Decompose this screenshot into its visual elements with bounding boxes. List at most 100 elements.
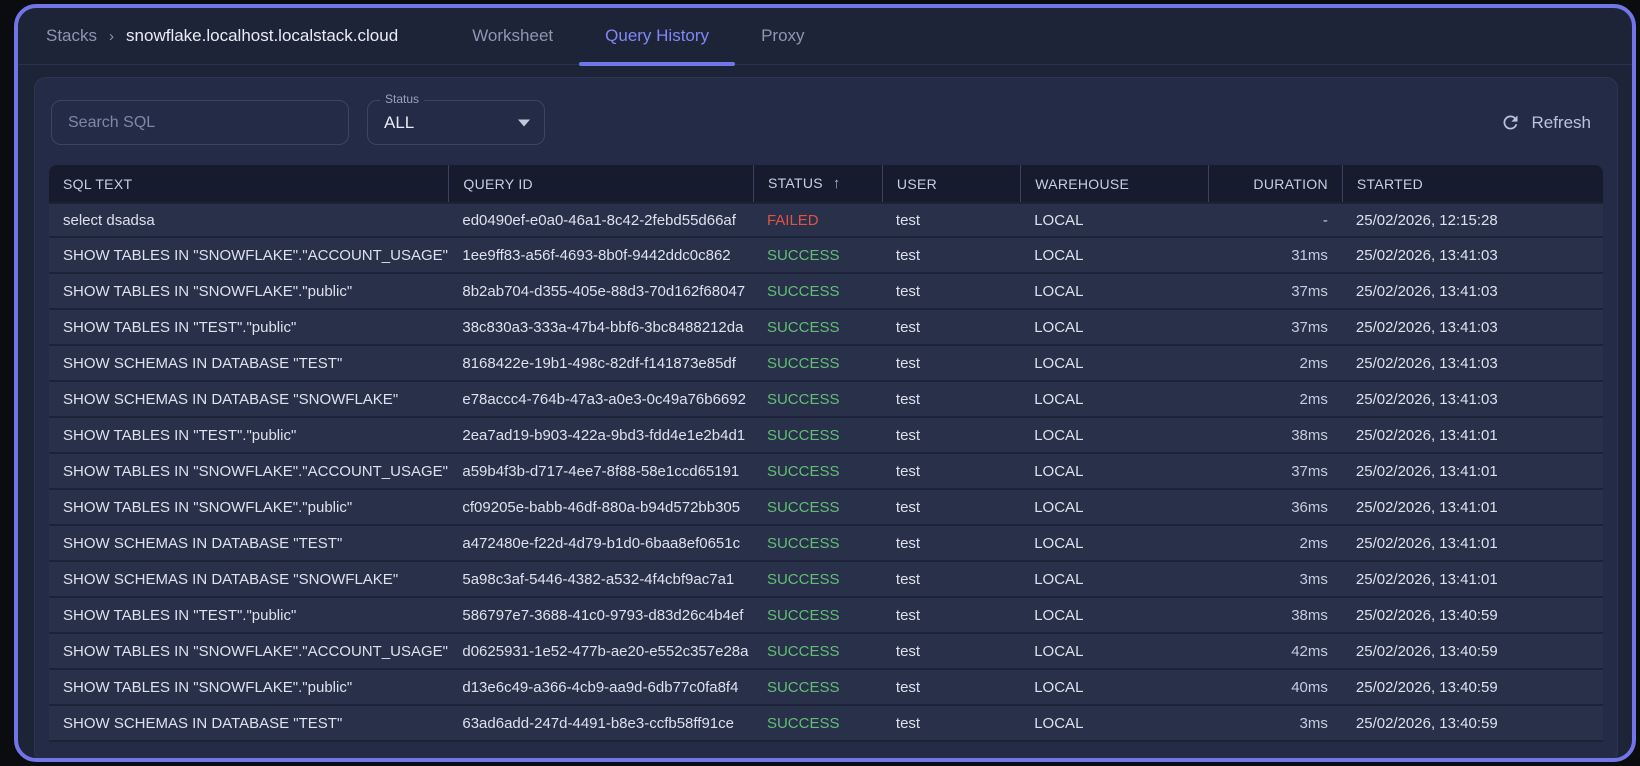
cell-warehouse: LOCAL [1020,382,1209,418]
table-row[interactable]: SHOW TABLES IN "SNOWFLAKE"."ACCOUNT_USAG… [49,238,1603,274]
cell-status: SUCCESS [752,382,882,418]
cell-warehouse: LOCAL [1020,202,1209,238]
cell-user: test [881,562,1021,598]
cell-sql: SHOW SCHEMAS IN DATABASE "TEST" [49,706,449,742]
column-header-duration[interactable]: DURATION [1208,165,1342,202]
cell-started: 25/02/2026, 13:41:01 [1341,490,1603,526]
table-row[interactable]: select dsadsa ed0490ef-e0a0-46a1-8c42-2fe… [49,202,1603,238]
cell-query_id: 5a98c3af-5446-4382-a532-4f4cbf9ac7a1 [448,562,753,598]
cell-user: test [881,310,1021,346]
cell-sql: SHOW TABLES IN "SNOWFLAKE"."ACCOUNT_USAG… [49,238,449,274]
toolbar: Status ALL Refresh [51,92,1601,145]
cell-sql: SHOW TABLES IN "SNOWFLAKE"."ACCOUNT_USAG… [49,454,449,490]
table-row[interactable]: SHOW SCHEMAS IN DATABASE "SNOWFLAKE" 5a98… [49,562,1603,598]
cell-sql: SHOW TABLES IN "SNOWFLAKE"."public" [49,670,449,706]
cell-started: 25/02/2026, 13:40:59 [1341,706,1603,742]
cell-warehouse: LOCAL [1020,670,1209,706]
cell-query_id: 63ad6add-247d-4491-b8e3-ccfb58ff91ce [448,706,753,742]
cell-sql: SHOW TABLES IN "TEST"."public" [49,418,449,454]
search-input[interactable] [51,100,349,145]
table-row[interactable]: SHOW TABLES IN "SNOWFLAKE"."public" cf092… [49,490,1603,526]
cell-status: SUCCESS [752,598,882,634]
cell-query_id: a59b4f3b-d717-4ee7-8f88-58e1ccd65191 [448,454,753,490]
cell-started: 25/02/2026, 13:41:01 [1341,454,1603,490]
cell-status: FAILED [752,202,882,238]
cell-warehouse: LOCAL [1020,598,1209,634]
cell-started: 25/02/2026, 13:41:03 [1341,238,1603,274]
cell-status: SUCCESS [752,238,882,274]
cell-query_id: 8b2ab704-d355-405e-88d3-70d162f68047 [448,274,753,310]
cell-sql: SHOW TABLES IN "TEST"."public" [49,310,449,346]
cell-sql: SHOW SCHEMAS IN DATABASE "TEST" [49,526,449,562]
cell-duration: 3ms [1208,562,1342,598]
cell-started: 25/02/2026, 13:40:59 [1341,598,1603,634]
column-header-warehouse[interactable]: WAREHOUSE [1020,165,1209,202]
cell-user: test [881,454,1021,490]
table-row[interactable]: SHOW SCHEMAS IN DATABASE "TEST" 63ad6add-… [49,706,1603,742]
cell-duration: - [1208,202,1342,238]
column-header-started[interactable]: STARTED [1341,165,1603,202]
tab-worksheet[interactable]: Worksheet [446,8,579,65]
cell-duration: 2ms [1208,382,1342,418]
cell-sql: select dsadsa [49,202,449,238]
app-window: Stacks › snowflake.localhost.localstack.… [14,4,1636,762]
query-history-table: SQL TEXT QUERY ID STATUS ↑ USER WAREHOUSE DURA… [49,165,1603,742]
cell-sql: SHOW TABLES IN "SNOWFLAKE"."public" [49,274,449,310]
column-header-query_id[interactable]: QUERY ID [448,165,753,202]
table-row[interactable]: SHOW TABLES IN "TEST"."public" 2ea7ad19-b… [49,418,1603,454]
cell-duration: 3ms [1208,706,1342,742]
refresh-button-label: Refresh [1531,112,1591,132]
table-row[interactable]: SHOW SCHEMAS IN DATABASE "TEST" 8168422e-… [49,346,1603,382]
column-header-status[interactable]: STATUS ↑ [752,165,882,202]
cell-warehouse: LOCAL [1020,526,1209,562]
cell-status: SUCCESS [752,526,882,562]
cell-user: test [881,706,1021,742]
cell-query_id: 586797e7-3688-41c0-9793-d83d26c4b4ef [448,598,753,634]
cell-status: SUCCESS [752,346,882,382]
column-header-user[interactable]: USER [881,165,1021,202]
table-row[interactable]: SHOW TABLES IN "TEST"."public" 586797e7-3… [49,598,1603,634]
cell-user: test [881,382,1021,418]
breadcrumb-stacks-link[interactable]: Stacks [46,26,97,46]
cell-status: SUCCESS [752,670,882,706]
cell-sql: SHOW TABLES IN "SNOWFLAKE"."ACCOUNT_USAG… [49,634,449,670]
cell-started: 25/02/2026, 13:41:03 [1341,310,1603,346]
table-row[interactable]: SHOW TABLES IN "SNOWFLAKE"."public" 8b2ab… [49,274,1603,310]
table-row[interactable]: SHOW TABLES IN "SNOWFLAKE"."ACCOUNT_USAG… [49,454,1603,490]
cell-sql: SHOW SCHEMAS IN DATABASE "SNOWFLAKE" [49,382,449,418]
cell-query_id: ed0490ef-e0a0-46a1-8c42-2febd55d66af [448,202,753,238]
cell-status: SUCCESS [752,490,882,526]
cell-sql: SHOW TABLES IN "SNOWFLAKE"."public" [49,490,449,526]
cell-started: 25/02/2026, 12:15:28 [1341,202,1603,238]
cell-warehouse: LOCAL [1020,454,1209,490]
tab-proxy[interactable]: Proxy [735,8,830,65]
sort-ascending-icon: ↑ [832,175,841,192]
breadcrumb-current-stack: snowflake.localhost.localstack.cloud [126,26,399,45]
table-row[interactable]: SHOW TABLES IN "TEST"."public" 38c830a3-3… [49,310,1603,346]
cell-user: test [881,670,1021,706]
cell-duration: 38ms [1208,418,1342,454]
cell-duration: 2ms [1208,346,1342,382]
cell-user: test [881,526,1021,562]
table-row[interactable]: SHOW SCHEMAS IN DATABASE "TEST" a472480e-… [49,526,1603,562]
cell-query_id: d13e6c49-a366-4cb9-aa9d-6db77c0fa8f4 [448,670,753,706]
table-row[interactable]: SHOW TABLES IN "SNOWFLAKE"."ACCOUNT_USAG… [49,634,1603,670]
refresh-button[interactable]: Refresh [1490,104,1601,141]
cell-query_id: cf09205e-babb-46df-880a-b94d572bb305 [448,490,753,526]
cell-warehouse: LOCAL [1020,418,1209,454]
cell-user: test [881,202,1021,238]
table-row[interactable]: SHOW TABLES IN "SNOWFLAKE"."public" d13e6… [49,670,1603,706]
cell-duration: 31ms [1208,238,1342,274]
tab-query-history[interactable]: Query History [579,8,735,66]
table-row[interactable]: SHOW SCHEMAS IN DATABASE "SNOWFLAKE" e78a… [49,382,1603,418]
cell-warehouse: LOCAL [1020,346,1209,382]
cell-user: test [881,598,1021,634]
cell-status: SUCCESS [752,454,882,490]
cell-warehouse: LOCAL [1020,274,1209,310]
status-filter-select[interactable]: Status ALL [367,92,545,145]
column-header-sql[interactable]: SQL TEXT [49,165,449,202]
cell-user: test [881,346,1021,382]
status-filter-value: ALL [384,112,415,132]
cell-duration: 42ms [1208,634,1342,670]
cell-status: SUCCESS [752,274,882,310]
